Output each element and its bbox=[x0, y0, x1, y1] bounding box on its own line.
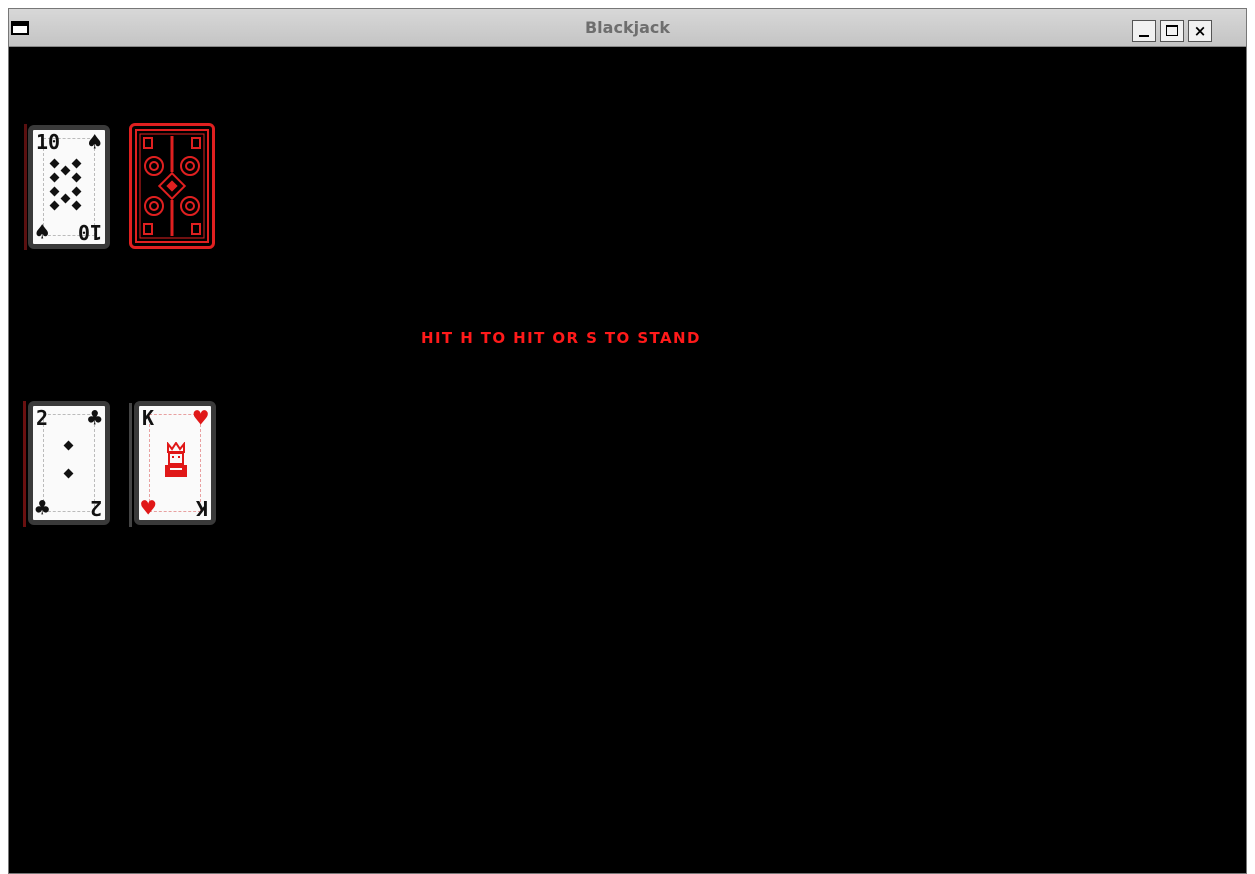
heart-icon: ♥ bbox=[193, 404, 208, 432]
club-icon: ♣ bbox=[35, 494, 50, 522]
card-shadow bbox=[24, 124, 27, 250]
minimize-button[interactable] bbox=[1132, 20, 1156, 42]
heart-icon: ♥ bbox=[141, 494, 156, 522]
player-card-1: 2 ♣ ♣ 2 bbox=[28, 401, 110, 525]
game-window: Blackjack × 10 ♠ ♠ 10 HIT H TO HIT OR S … bbox=[8, 8, 1247, 874]
spade-icon: ♠ bbox=[35, 218, 50, 246]
card-shadow bbox=[129, 403, 132, 527]
dealer-card-1: 10 ♠ ♠ 10 bbox=[28, 125, 110, 249]
card-rank: 10 bbox=[77, 220, 102, 244]
card-back-pattern bbox=[135, 129, 209, 243]
title-bar[interactable]: Blackjack × bbox=[9, 9, 1246, 47]
dealer-card-2-back bbox=[129, 123, 215, 249]
card-rank: 2 bbox=[36, 406, 49, 430]
close-button[interactable]: × bbox=[1188, 20, 1212, 42]
window-title: Blackjack bbox=[584, 18, 670, 37]
spade-icon: ♠ bbox=[87, 128, 102, 156]
king-figure-icon bbox=[165, 442, 187, 477]
player-card-2: K ♥ ♥ K bbox=[134, 401, 216, 525]
game-prompt: HIT H TO HIT OR S TO STAND bbox=[421, 329, 701, 347]
close-icon: × bbox=[1193, 22, 1207, 40]
minimize-icon bbox=[1139, 35, 1149, 37]
card-shadow bbox=[23, 401, 26, 527]
card-rank: K bbox=[142, 406, 155, 430]
game-table: 10 ♠ ♠ 10 HIT H TO HIT OR S TO STAND 2 ♣… bbox=[9, 47, 1246, 873]
card-rank: 10 bbox=[36, 130, 61, 154]
club-icon: ♣ bbox=[87, 404, 102, 432]
maximize-button[interactable] bbox=[1160, 20, 1184, 42]
maximize-icon bbox=[1166, 25, 1178, 36]
card-rank: K bbox=[195, 496, 208, 520]
card-rank: 2 bbox=[89, 496, 102, 520]
